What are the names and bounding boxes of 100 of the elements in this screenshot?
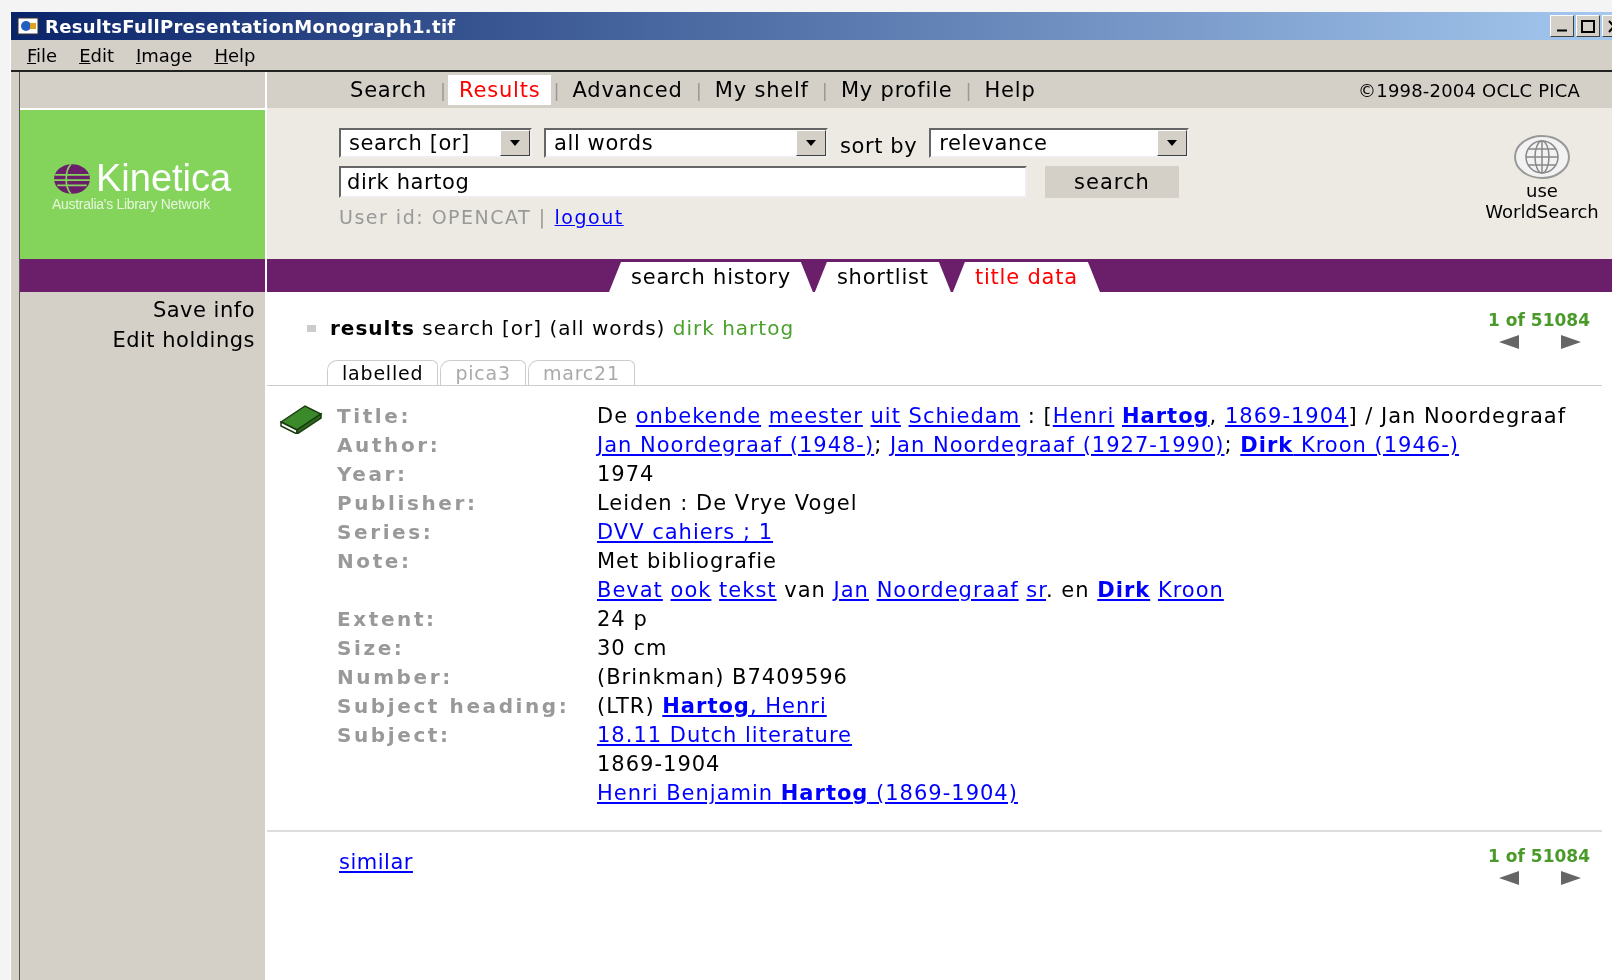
field-value: 1869-1904 [597, 751, 722, 778]
link[interactable]: ook [670, 578, 712, 602]
nav-separator: | [694, 79, 703, 101]
nav-tab[interactable]: Advanced [561, 75, 694, 105]
field-label: Year: [337, 461, 409, 488]
field-label: Series: [337, 519, 435, 546]
search-mode-dropdown[interactable]: search [or] [339, 128, 532, 158]
link[interactable]: Hartog, Henri [662, 694, 827, 718]
link[interactable]: Henri [1052, 404, 1115, 428]
link[interactable]: Hartog [1122, 404, 1210, 428]
link[interactable]: sr [1026, 578, 1046, 602]
window-title: ResultsFullPresentationMonograph1.tif [45, 15, 457, 37]
search-button[interactable]: search [1045, 166, 1179, 198]
field-label: Publisher: [337, 490, 479, 517]
maximize-icon [1581, 19, 1595, 33]
menu-item[interactable]: Edit [71, 42, 122, 68]
link[interactable]: onbekende [635, 404, 762, 428]
nav-tab[interactable]: My shelf [703, 75, 820, 105]
field-value: Jan Noordegraaf (1948-); Jan Noordegraaf (1927-1990); Dirk Kroon (1946-) [597, 432, 1460, 459]
logo-name: Kinetica [96, 157, 232, 199]
link[interactable]: Dirk [1097, 578, 1151, 602]
result-counter: 1 of 51084 [1488, 310, 1590, 330]
nav-tab[interactable]: Search [339, 75, 438, 105]
link[interactable]: Jan Noordegraaf (1927-1990) [889, 433, 1225, 457]
right-triangle-icon [1560, 334, 1582, 350]
field-label: Extent: [337, 606, 438, 633]
format-tab[interactable]: labelled [327, 360, 439, 385]
nav-separator: | [438, 79, 448, 101]
caret-icon [509, 139, 521, 147]
next-button[interactable] [1560, 334, 1582, 350]
field-value: Bevat ook tekst van Jan Noordegraaf sr. en Dirk Kroon [597, 577, 1225, 604]
globe-icon[interactable] [1513, 134, 1571, 180]
similar-link[interactable]: similar [339, 850, 413, 886]
link[interactable]: Noordegraaf [876, 578, 1019, 602]
field-value: 30 cm [597, 635, 669, 662]
field-label: Size: [337, 635, 406, 662]
right-triangle-icon [1560, 870, 1582, 886]
app-icon [17, 17, 39, 35]
nav-separator: | [964, 79, 973, 101]
maximize-button[interactable] [1576, 15, 1600, 37]
word-match-dropdown[interactable]: all words [544, 128, 828, 158]
sort-label: sort by [840, 134, 918, 158]
link[interactable]: meester [768, 404, 863, 428]
caret-icon [1166, 139, 1179, 147]
field-label: Subject: [337, 722, 452, 749]
nav-separator: | [552, 79, 561, 101]
search-field[interactable]: dirk hartog [339, 166, 1027, 198]
link[interactable]: Schiedam [908, 404, 1021, 428]
nav-tab[interactable]: Help [973, 75, 1047, 105]
menu-item[interactable]: Image [128, 42, 201, 68]
previous-button[interactable] [1498, 870, 1520, 886]
link[interactable]: Dirk Kroon (1946-) [1240, 433, 1459, 457]
user-id-text: User id: OPENCAT | [339, 206, 547, 228]
nav-tab[interactable]: My profile [829, 75, 964, 105]
previous-button[interactable] [1498, 334, 1520, 350]
nav-tab[interactable]: Results [448, 75, 552, 105]
field-label: Note: [337, 548, 413, 575]
result-counter: 1 of 51084 [1488, 846, 1590, 866]
sidebar-link[interactable]: Edit holdings [112, 328, 255, 352]
sort-dropdown[interactable]: relevance [929, 128, 1190, 158]
left-triangle-icon [1498, 334, 1520, 350]
field-value: Met bibliografie [597, 548, 778, 575]
minimize-icon [1556, 29, 1568, 32]
link[interactable]: Jan Noordegraaf (1948-) [597, 433, 875, 457]
logo-tagline: Australia's Library Network [52, 196, 211, 212]
minimize-button[interactable] [1550, 15, 1574, 37]
logout-link[interactable]: logout [554, 206, 624, 228]
field-label: Title: [337, 403, 413, 430]
field-label: Number: [337, 664, 454, 691]
caret-icon [805, 139, 817, 147]
view-tab[interactable]: title data [952, 262, 1100, 292]
link[interactable]: Kroon [1157, 578, 1224, 602]
link[interactable]: uit [870, 404, 901, 428]
menu-item[interactable]: File [19, 42, 66, 68]
next-button[interactable] [1560, 870, 1582, 886]
link[interactable]: 1869-1904 [1224, 404, 1349, 428]
field-label: Subject heading: [337, 693, 571, 720]
link[interactable]: 18.11 Dutch literature [597, 723, 852, 747]
field-value: (LTR) Hartog, Henri [597, 693, 828, 720]
results-heading: results search [or] (all words) dirk hartog [330, 316, 795, 340]
field-value: 24 p [597, 606, 649, 633]
field-label: Author: [337, 432, 442, 459]
book-icon [279, 402, 323, 434]
view-tab[interactable]: search history [609, 262, 813, 292]
link[interactable]: Bevat [597, 578, 663, 602]
field-value: (Brinkman) B7409596 [597, 664, 849, 691]
menu-item[interactable]: Help [206, 42, 264, 68]
link[interactable]: Henri Benjamin Hartog (1869-1904) [597, 781, 1018, 805]
bullet-icon [307, 324, 316, 332]
sidebar-link[interactable]: Save info [152, 298, 255, 322]
globe-logo-icon [52, 161, 92, 196]
link[interactable]: Jan [833, 578, 869, 602]
nav-separator: | [820, 79, 829, 101]
copyright-text: ©1998-2004 OCLC PICA [1358, 79, 1580, 101]
view-tab[interactable]: shortlist [814, 262, 951, 292]
field-value: Leiden : De Vrye Vogel [597, 490, 859, 517]
link[interactable]: DVV cahiers ; 1 [597, 520, 774, 544]
link[interactable]: tekst [719, 578, 777, 602]
field-value: De onbekende meester uit Schiedam : [Henri Hartog, 1869-1904] / Jan Noordegraaf [597, 403, 1568, 430]
worldsearch-link[interactable]: use WorldSearch [1472, 180, 1612, 222]
